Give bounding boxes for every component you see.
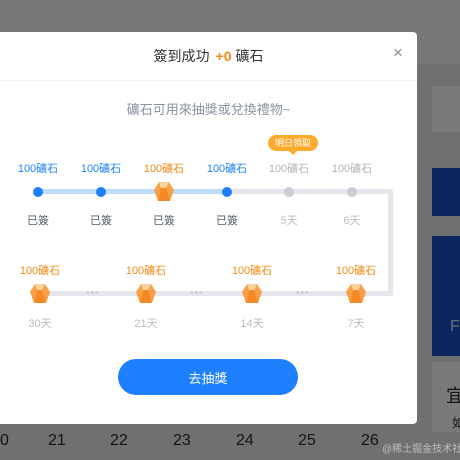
day-label: 已簽 (153, 215, 175, 227)
day-reward: 100礦石 (206, 163, 248, 175)
day-reward: 100礦石 (17, 163, 59, 175)
milestone-reward: 100礦石 (335, 265, 377, 277)
tomorrow-badge: 明日領取 (268, 135, 319, 155)
title-text: 簽到成功 (153, 48, 210, 64)
day-reward: 100礦石 (268, 163, 310, 175)
close-icon[interactable]: × (389, 43, 407, 63)
day-label: 已簽 (90, 215, 112, 227)
ore-gem-icon (30, 284, 50, 303)
milestone-reward: 100礦石 (125, 265, 167, 277)
day-reward: 100礦石 (143, 163, 185, 175)
milestone-label: 21天 (134, 318, 158, 330)
track-dots: ••• (296, 288, 310, 299)
track-dots: ••• (86, 288, 100, 299)
milestone-label: 30天 (28, 318, 52, 330)
ore-gem-icon (242, 284, 262, 303)
modal-title: 簽到成功 +0 礦石 (0, 32, 417, 81)
ore-gem-icon (154, 182, 174, 201)
milestone-label: 7天 (347, 318, 365, 330)
day-checked-dot (222, 187, 232, 197)
progress-track-vertical (388, 189, 393, 296)
ore-gem-icon (136, 284, 156, 303)
watermark: @稀土掘金技术社区 (382, 444, 460, 455)
milestone-label: 14天 (240, 318, 264, 330)
day-pending-dot (347, 187, 357, 197)
day-label: 已簽 (27, 215, 49, 227)
ore-gained: +0 (215, 48, 232, 64)
day-label: 5天 (280, 215, 298, 227)
day-label: 已簽 (216, 215, 238, 227)
go-lottery-button[interactable]: 去抽獎 (118, 359, 298, 395)
modal-subtitle: 礦石可用來抽獎或兌換禮物~ (126, 102, 291, 117)
milestone-reward: 100礦石 (231, 265, 273, 277)
checkin-success-modal: 簽到成功 +0 礦石 × 礦石可用來抽獎或兌換禮物~ ••• ••• ••• 明… (0, 32, 417, 424)
milestone-reward: 100礦石 (19, 265, 61, 277)
title-unit: 礦石 (235, 48, 264, 64)
ore-gem-icon (346, 284, 366, 303)
progress-track (228, 189, 390, 194)
day-reward: 100礦石 (80, 163, 122, 175)
track-dots: ••• (190, 288, 204, 299)
day-reward: 100礦石 (331, 163, 373, 175)
progress-track-done (38, 189, 228, 194)
day-checked-dot (96, 187, 106, 197)
day-checked-dot (33, 187, 43, 197)
day-label: 6天 (343, 215, 361, 227)
day-pending-dot (284, 187, 294, 197)
